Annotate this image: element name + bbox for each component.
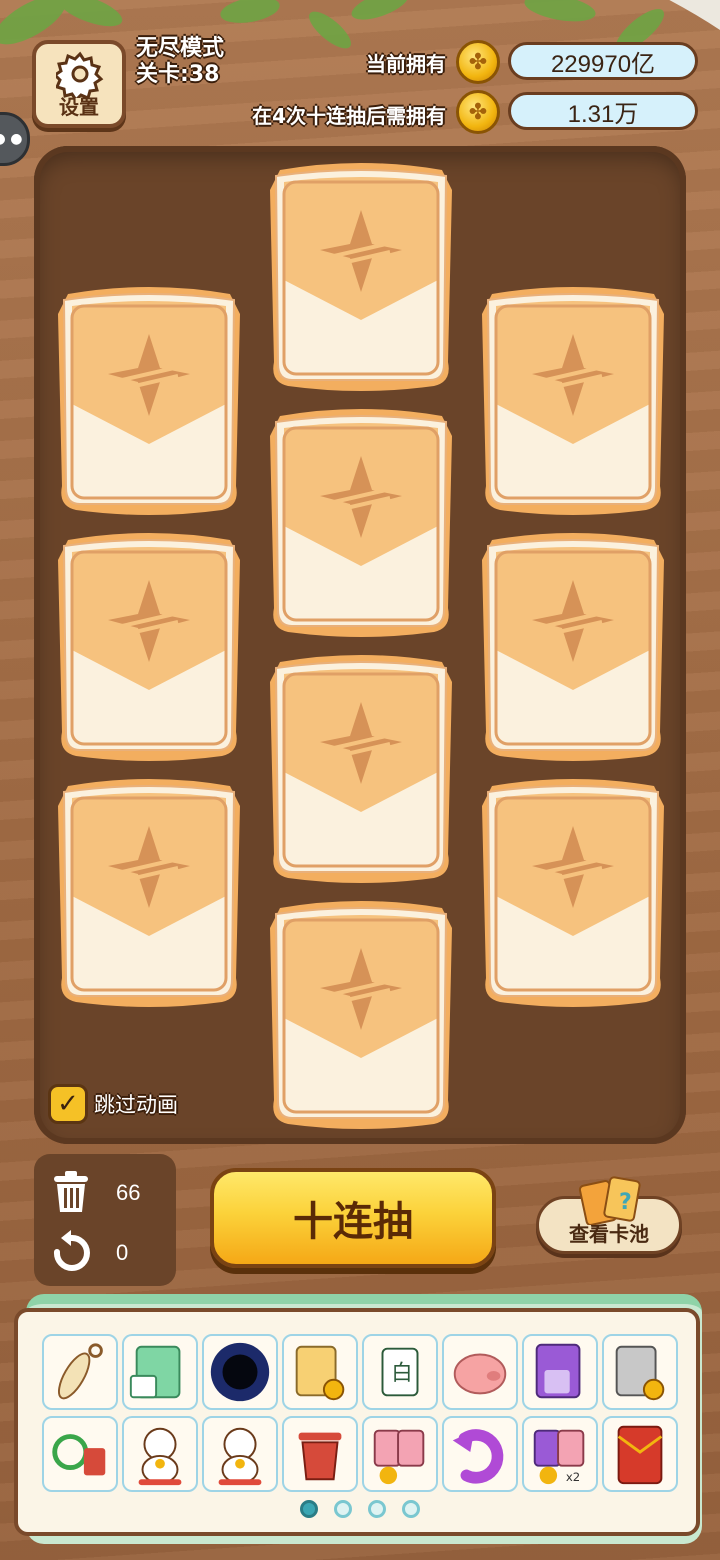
face-down-card[interactable] (54, 530, 244, 762)
white-tile-icon: 白 (381, 1347, 419, 1397)
item-slot[interactable]: 白 (362, 1334, 438, 1410)
red-envelope-icon (617, 1425, 663, 1485)
red-trash-can-icon (298, 1432, 342, 1481)
gray-card-coin-icon (615, 1345, 665, 1401)
coin-icon: ✤ (456, 90, 500, 134)
mode-info: 无尽模式 关卡:38 (136, 36, 224, 88)
face-down-card[interactable] (54, 284, 244, 516)
recycle-trash-icon (52, 1434, 106, 1476)
page-dot[interactable] (368, 1500, 386, 1518)
item-slot[interactable] (442, 1334, 518, 1410)
current-label: 当前拥有 (366, 52, 446, 76)
coin-icon: ✤ (456, 40, 500, 84)
item-slot[interactable]: x2 (522, 1416, 598, 1492)
card-pack-bonus-icon (373, 1429, 425, 1485)
trash-tool[interactable] (50, 1170, 92, 1214)
face-down-card[interactable] (478, 530, 668, 762)
skip-animation-toggle[interactable]: ✓ 跳过动画 (48, 1084, 178, 1124)
face-down-card[interactable] (266, 160, 456, 392)
green-card-pack-icon (129, 1345, 181, 1399)
item-slot[interactable] (522, 1334, 598, 1410)
item-slot[interactable] (122, 1416, 198, 1492)
lucky-cat-icon (138, 1427, 182, 1486)
level-label: 关卡:38 (136, 62, 220, 87)
item-slot[interactable] (362, 1416, 438, 1492)
item-slot[interactable] (122, 1334, 198, 1410)
face-down-card[interactable] (54, 776, 244, 1008)
undo-icon (53, 1230, 90, 1271)
card-coin-icon (295, 1345, 345, 1401)
gear-icon (56, 51, 104, 98)
face-down-card[interactable] (266, 406, 456, 638)
item-slot[interactable] (442, 1416, 518, 1492)
item-slot[interactable] (42, 1416, 118, 1492)
item-slot[interactable] (42, 1334, 118, 1410)
mode-title: 无尽模式 (136, 36, 225, 61)
card-pool-icon: ? (578, 1176, 641, 1225)
card-pack-x2-icon: x2 (533, 1429, 585, 1484)
item-slot[interactable] (602, 1334, 678, 1410)
tray-pagination (300, 1500, 420, 1518)
skip-animation-label: 跳过动画 (94, 1093, 178, 1117)
purple-card-pack-icon (535, 1343, 581, 1399)
current-value: 229970亿 (508, 42, 698, 80)
item-slot[interactable] (202, 1334, 278, 1410)
item-slot[interactable] (602, 1416, 678, 1492)
item-slot[interactable] (202, 1416, 278, 1492)
lucky-cat-icon (218, 1427, 262, 1486)
checkbox[interactable]: ✓ (48, 1084, 88, 1124)
black-hole-icon (210, 1342, 270, 1402)
ten-draw-button[interactable]: 十连抽 (210, 1168, 496, 1268)
purple-undo-icon (452, 1429, 504, 1484)
svg-text:x2: x2 (566, 1470, 580, 1484)
undo-tool[interactable] (50, 1230, 92, 1274)
svg-text:?: ? (619, 1190, 632, 1215)
face-down-card[interactable] (266, 652, 456, 884)
trash-count: 66 (116, 1180, 141, 1205)
tool-panel: 66 0 (34, 1154, 176, 1286)
required-value: 1.31万 (508, 92, 698, 130)
feather-keychain-icon (58, 1343, 103, 1400)
pink-pig-icon (453, 1353, 507, 1395)
item-slot[interactable] (282, 1416, 358, 1492)
face-down-card[interactable] (478, 776, 668, 1008)
svg-text:白: 白 (391, 1361, 412, 1386)
page-dot[interactable] (402, 1500, 420, 1518)
face-down-card[interactable] (266, 898, 456, 1130)
trash-icon (54, 1171, 88, 1212)
face-down-card[interactable] (478, 284, 668, 516)
page-dot[interactable] (334, 1500, 352, 1518)
item-slot[interactable] (282, 1334, 358, 1410)
page-dot[interactable] (300, 1500, 318, 1518)
undo-count: 0 (116, 1240, 129, 1265)
view-pool-button[interactable]: ? 查看卡池 (536, 1176, 682, 1254)
required-label: 在4次十连抽后需拥有 (252, 104, 446, 128)
settings-button[interactable]: 设置 (32, 40, 126, 128)
